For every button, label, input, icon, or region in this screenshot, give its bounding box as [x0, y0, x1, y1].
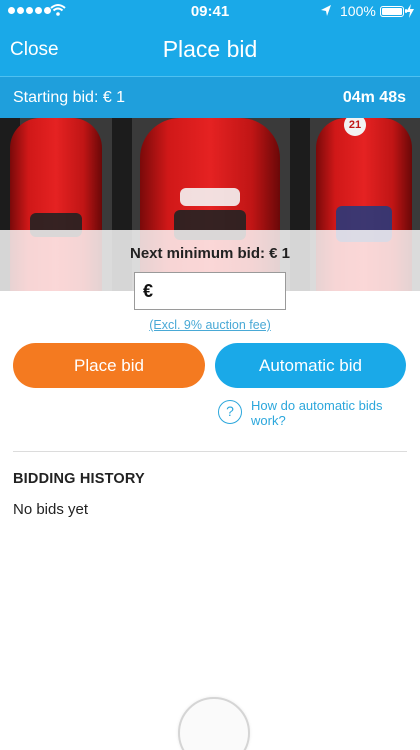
- battery-icon: [380, 6, 407, 17]
- automatic-bids-help-link[interactable]: How do automatic bids work?: [251, 398, 411, 428]
- bidding-history-heading: BIDDING HISTORY: [13, 471, 145, 487]
- starting-bid-label: Starting bid: € 1: [13, 89, 126, 106]
- place-bid-button[interactable]: Place bid: [13, 343, 205, 388]
- countdown-timer: 04m 48s: [342, 89, 406, 106]
- charging-icon: [406, 4, 414, 18]
- auction-info-bar: Starting bid: € 1 04m 48s: [0, 76, 420, 118]
- bid-amount-input[interactable]: [161, 277, 281, 305]
- page-title: Place bid: [162, 36, 258, 62]
- location-arrow-icon: [321, 5, 331, 16]
- auction-fee-link[interactable]: (Excl. 9% auction fee): [0, 318, 420, 332]
- nav-bar: Close Place bid: [0, 24, 420, 76]
- currency-symbol: €: [143, 281, 154, 301]
- assistive-touch-button[interactable]: [178, 697, 250, 750]
- bidding-history-empty: No bids yet: [13, 501, 89, 518]
- automatic-bid-button[interactable]: Automatic bid: [215, 343, 406, 388]
- status-bar: 09:41 100%: [0, 0, 420, 24]
- help-question-icon[interactable]: ?: [218, 400, 242, 424]
- bid-amount-field[interactable]: €: [134, 272, 286, 310]
- section-divider: [13, 451, 407, 452]
- battery-percent: 100%: [340, 3, 376, 19]
- next-minimum-bid: Next minimum bid: € 1: [129, 245, 291, 262]
